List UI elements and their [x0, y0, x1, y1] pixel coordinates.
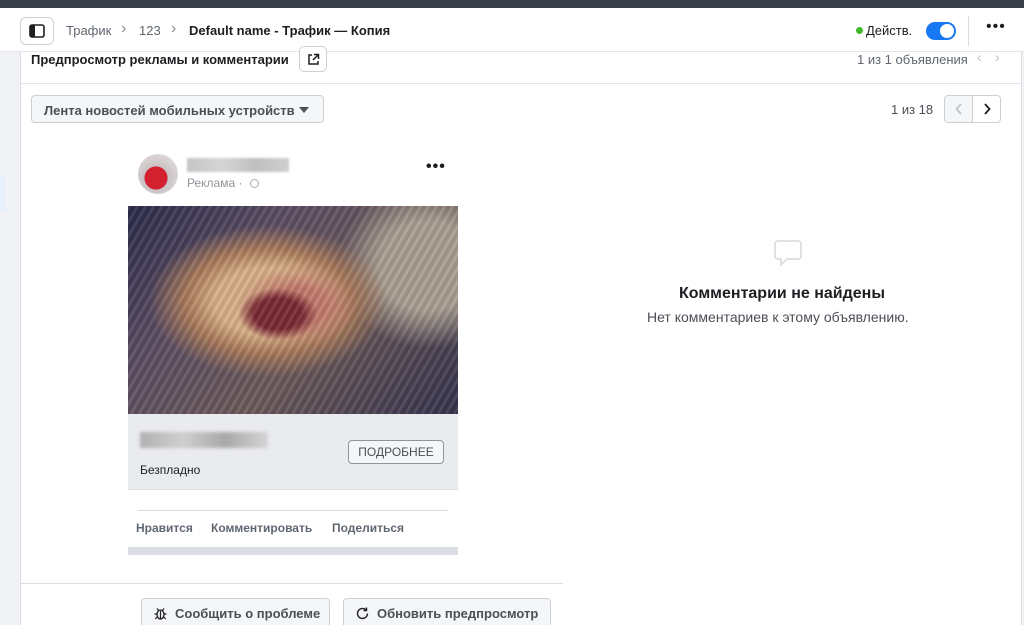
divider: [968, 16, 969, 46]
no-comments-title: Комментарии не найдены: [679, 285, 885, 302]
avatar: [138, 154, 178, 194]
sidebar-toggle-button[interactable]: [20, 17, 54, 45]
next-page-button[interactable]: [973, 96, 1000, 122]
share-action[interactable]: Поделиться: [332, 521, 404, 535]
divider: [21, 583, 563, 584]
chevron-right-icon: ›: [171, 20, 177, 37]
ad-headline-blurred: [140, 432, 268, 448]
chevron-left-icon: [954, 103, 962, 115]
refresh-preview-button[interactable]: Обновить предпросмотр: [343, 598, 551, 625]
ad-bottom-bar: [128, 547, 458, 555]
placement-label: Лента новостей мобильных устройств: [44, 103, 295, 118]
active-toggle[interactable]: [926, 22, 956, 40]
caret-down-icon: [299, 107, 309, 113]
like-action[interactable]: Нравится: [136, 521, 193, 535]
report-problem-button[interactable]: Сообщить о проблеме: [141, 598, 330, 625]
ad-footer: Безпладно ПОДРОБНЕЕ: [128, 414, 458, 490]
panel-title: Предпросмотр рекламы и комментарии: [31, 52, 289, 67]
page-count: 1 из 18: [891, 102, 934, 117]
advertiser-name-blurred: [187, 158, 289, 172]
next-ad-icon[interactable]: ›: [995, 49, 1000, 65]
chevron-right-icon: [984, 103, 991, 115]
sidebar-panel-icon: [29, 24, 45, 38]
more-options-button[interactable]: •••: [986, 18, 1006, 36]
no-comments-text: Нет комментариев к этому объявлению.: [647, 309, 909, 325]
sponsored-label: Реклама ·: [187, 176, 243, 190]
breadcrumb-123[interactable]: 123: [139, 23, 161, 38]
preview-panel: Предпросмотр рекламы и комментарии 1 из …: [20, 46, 1022, 625]
refresh-icon: [356, 607, 369, 619]
ads-count: 1 из 1 объявления: [857, 52, 968, 67]
status-label: Действ.: [866, 23, 913, 38]
divider: [138, 510, 448, 511]
globe-icon: [250, 179, 259, 188]
sidebar-highlight: [0, 176, 6, 212]
prev-ad-icon[interactable]: ‹: [977, 49, 982, 65]
window-top-strip: [0, 0, 1024, 8]
prev-page-button[interactable]: [945, 96, 973, 122]
breadcrumb-traffic[interactable]: Трафик: [66, 23, 111, 38]
ad-description: Безпладно: [140, 463, 201, 477]
ad-image: [128, 206, 458, 414]
refresh-preview-label: Обновить предпросмотр: [377, 605, 539, 621]
bug-icon: [154, 607, 167, 620]
report-problem-label: Сообщить о проблеме: [175, 605, 321, 621]
divider: [21, 83, 1021, 84]
comment-action[interactable]: Комментировать: [211, 521, 312, 535]
ad-more-button[interactable]: •••: [426, 158, 446, 176]
status-dot: [856, 27, 863, 34]
chevron-right-icon: ›: [121, 20, 127, 37]
speech-bubble-icon: [774, 240, 802, 268]
external-link-icon: [307, 53, 319, 65]
breadcrumb-current: Default name - Трафик — Копия: [189, 23, 391, 38]
placement-dropdown[interactable]: Лента новостей мобильных устройств: [31, 95, 324, 123]
learn-more-button[interactable]: ПОДРОБНЕЕ: [348, 440, 444, 464]
pager: [944, 95, 1001, 123]
top-bar: Трафик › 123 › Default name - Трафик — К…: [0, 8, 1024, 52]
open-preview-button[interactable]: [299, 46, 327, 72]
